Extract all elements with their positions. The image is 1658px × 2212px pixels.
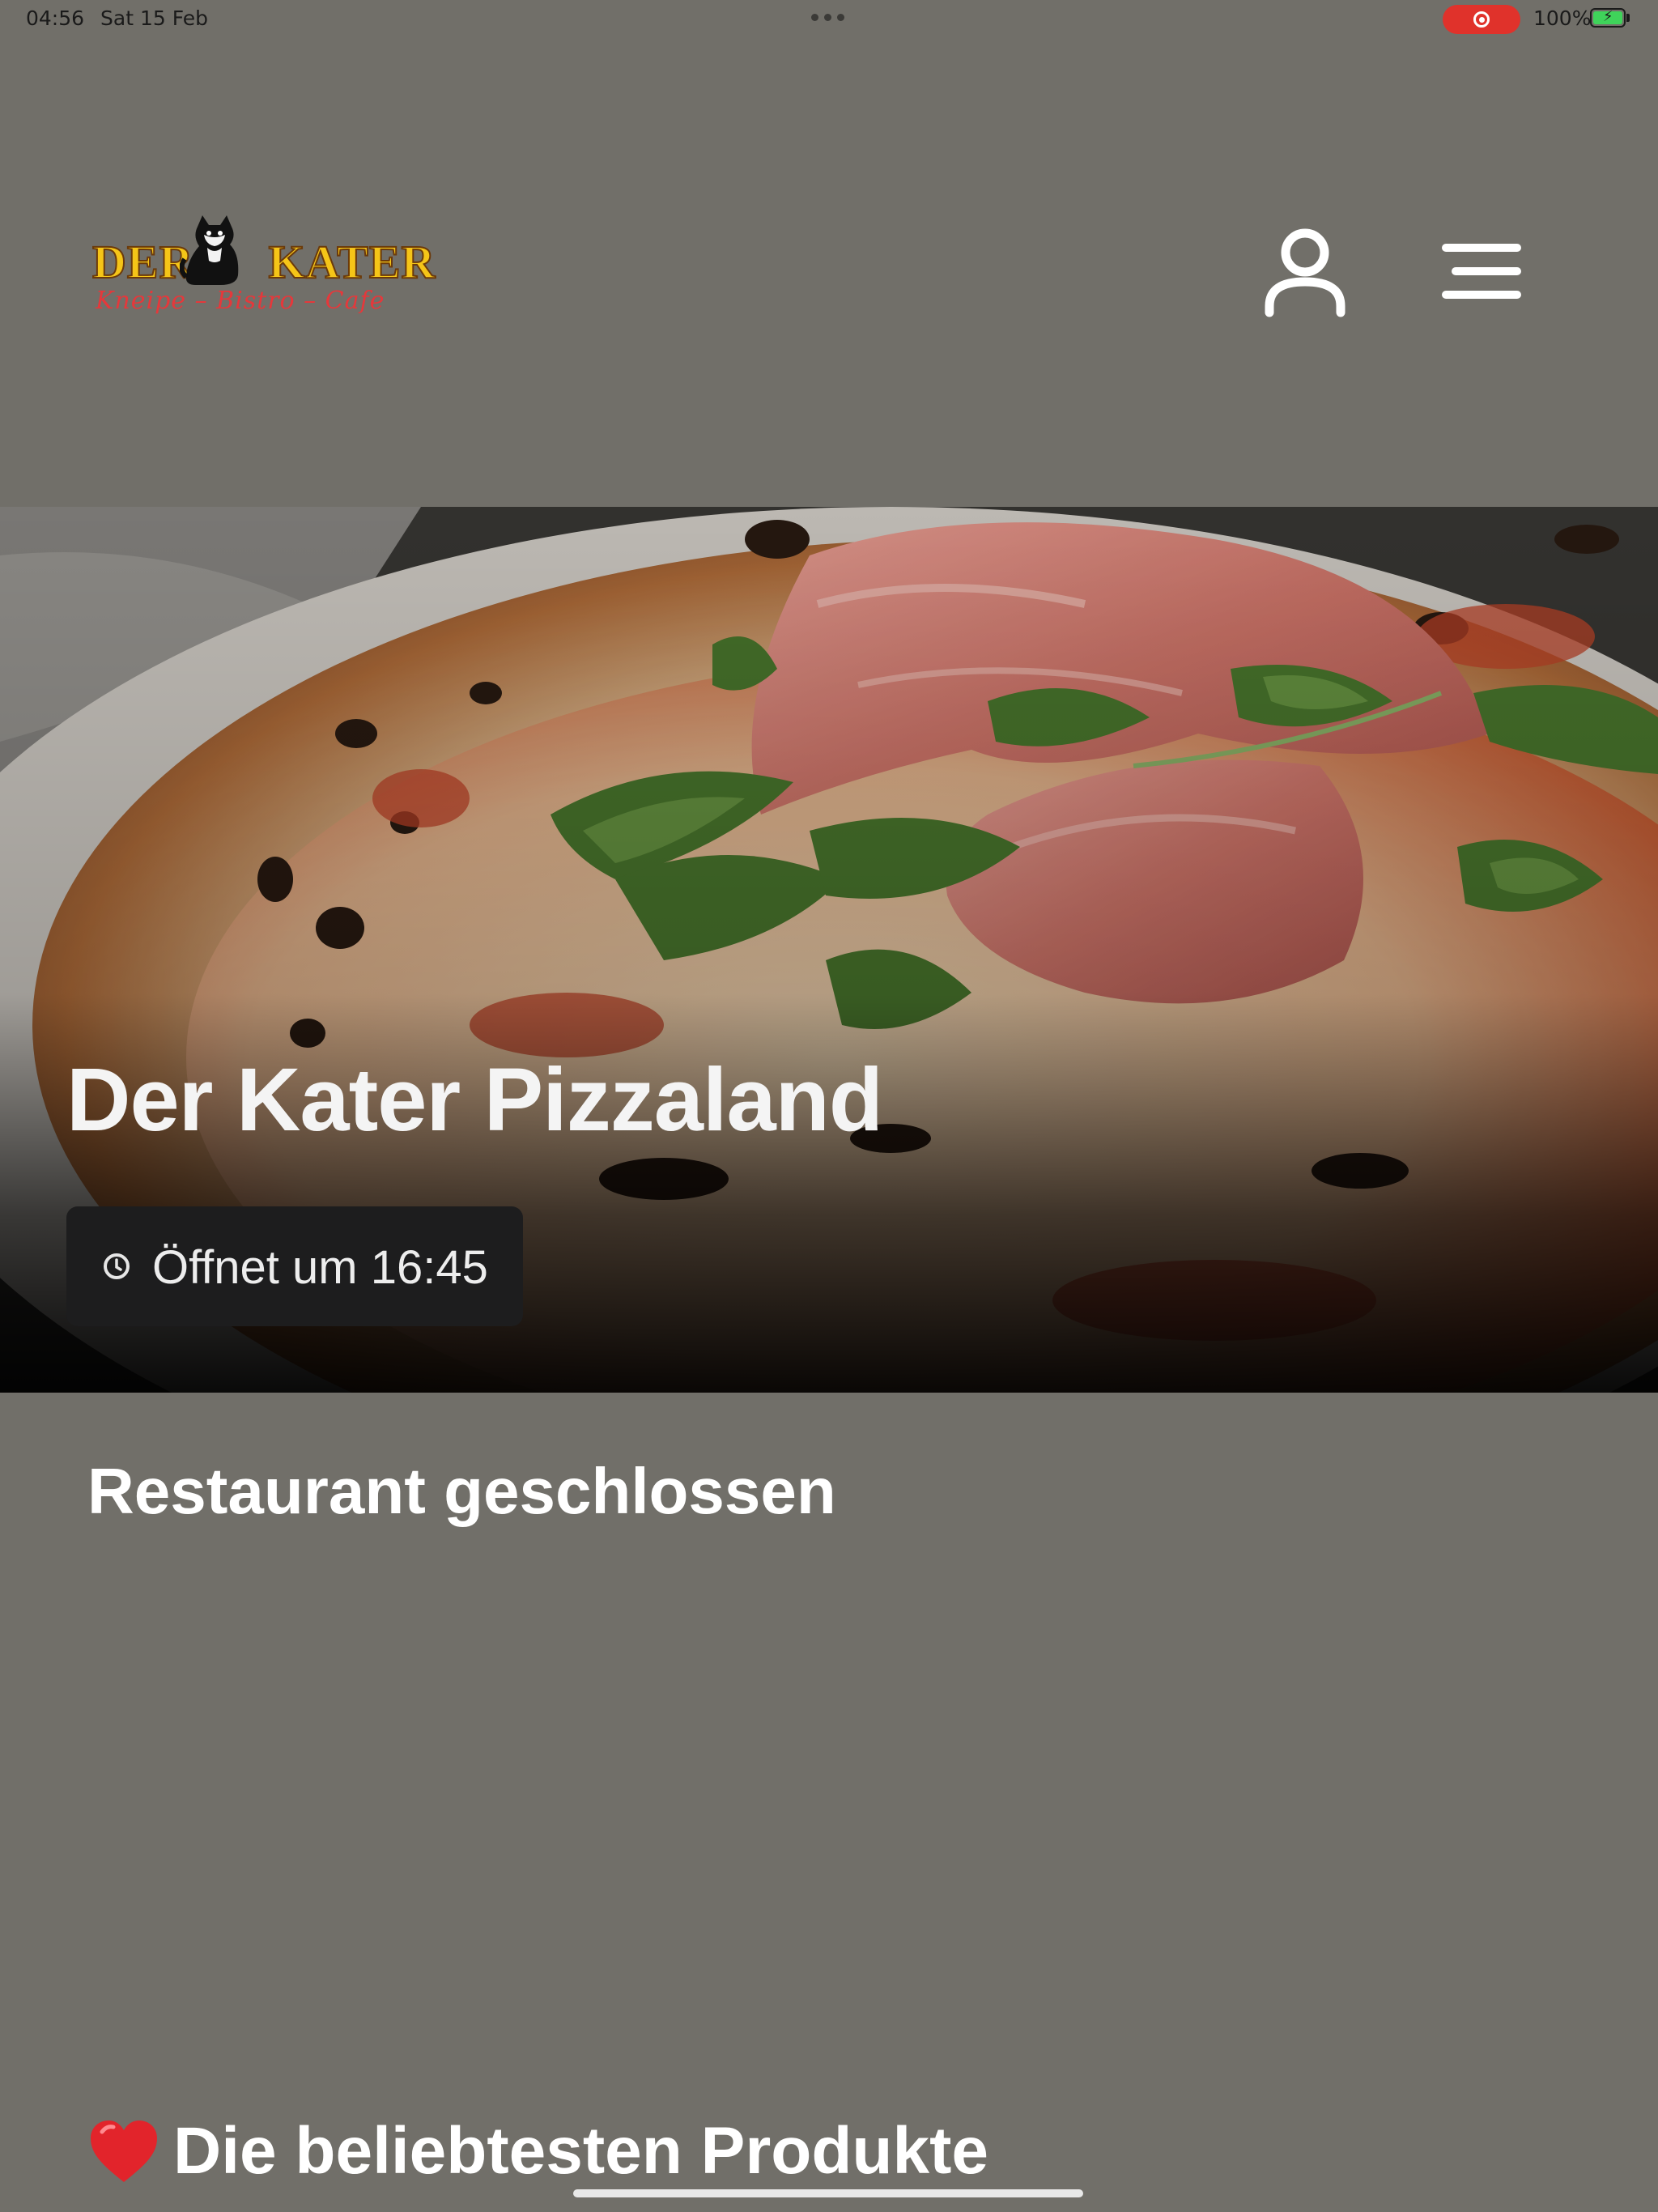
popular-products-label: Die beliebtesten Produkte bbox=[173, 2114, 989, 2188]
user-icon[interactable] bbox=[1263, 227, 1347, 317]
logo-wordmark: DER KATER bbox=[91, 235, 436, 289]
status-bar: 04:56 Sat 15 Feb 100% ⚡ bbox=[0, 0, 1658, 39]
battery-percent: 100% bbox=[1533, 6, 1592, 30]
battery-icon: ⚡ bbox=[1590, 8, 1626, 28]
hamburger-menu-icon[interactable] bbox=[1441, 241, 1522, 301]
clock-icon bbox=[104, 1253, 130, 1279]
status-time: 04:56 bbox=[26, 6, 85, 30]
restaurant-status-heading: Restaurant geschlossen bbox=[87, 1455, 836, 1527]
cat-icon bbox=[180, 215, 239, 285]
logo-tagline: Kneipe – Bistro – Cafe bbox=[96, 287, 385, 315]
opening-hours-badge: Öffnet um 16:45 bbox=[66, 1206, 523, 1326]
heart-icon bbox=[91, 2121, 157, 2182]
opening-hours-text: Öffnet um 16:45 bbox=[152, 1241, 488, 1294]
brand-logo[interactable]: DER KATER Kneipe – Bistro – Cafe bbox=[91, 212, 436, 319]
popular-products-heading: Die beliebtesten Produkte bbox=[87, 2113, 988, 2189]
screen-recording-indicator[interactable] bbox=[1443, 5, 1520, 34]
home-indicator[interactable] bbox=[573, 2189, 1083, 2197]
status-date: Sat 15 Feb bbox=[100, 6, 208, 30]
record-icon bbox=[1473, 11, 1490, 28]
multitasking-dots-icon[interactable] bbox=[811, 14, 844, 21]
charging-bolt-icon: ⚡ bbox=[1603, 8, 1613, 25]
restaurant-title: Der Kater Pizzaland bbox=[66, 1050, 883, 1150]
